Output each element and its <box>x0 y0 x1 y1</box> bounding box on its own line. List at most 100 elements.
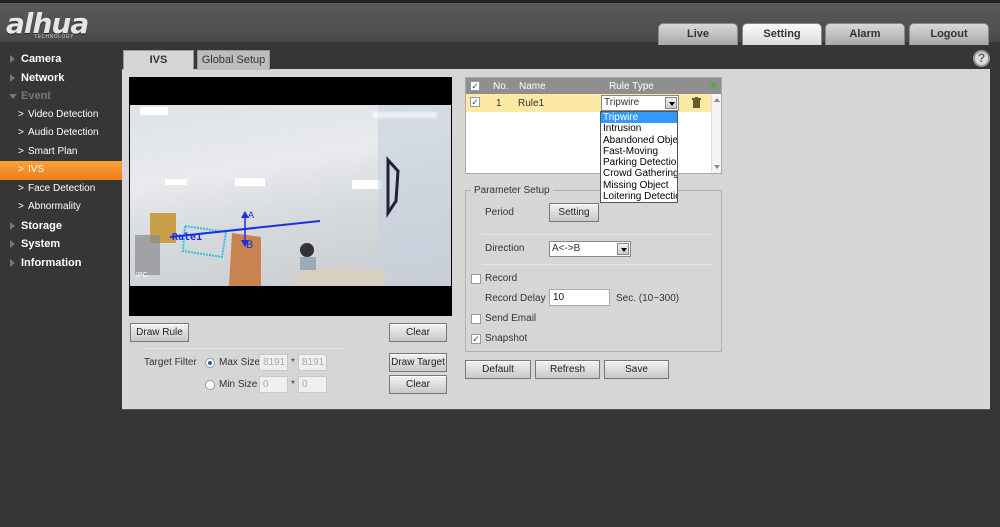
max-width-input[interactable]: 8191 <box>259 354 288 371</box>
video-preview[interactable]: Rule1 A B IPC <box>129 77 452 316</box>
triangle-right-icon <box>10 73 15 82</box>
rules-table-header: ✓ No. Name Rule Type + <box>466 77 721 94</box>
header-name: Name <box>519 81 546 92</box>
rule-name: Rule1 <box>518 98 545 109</box>
clear-target-button[interactable]: Clear <box>389 375 447 394</box>
sidebar-item-network[interactable]: Network <box>0 69 122 88</box>
sidebar-item-abnormality[interactable]: > Abnormality <box>0 198 122 217</box>
tab-setting[interactable]: Setting <box>742 23 822 45</box>
send-email-label: Send Email <box>485 313 537 324</box>
scroll-up-icon[interactable] <box>714 98 720 102</box>
ceiling-light <box>235 178 265 186</box>
period-label: Period <box>485 207 514 218</box>
rule-type-select[interactable]: Tripwire <box>601 95 679 111</box>
record-delay-hint: Sec. (10~300) <box>616 293 680 304</box>
period-setting-button[interactable]: Setting <box>549 203 599 222</box>
sidebar-item-label: Storage <box>21 219 62 232</box>
counter <box>295 270 385 286</box>
rule-label: Rule1 <box>172 232 203 243</box>
ceiling-light <box>140 107 168 115</box>
header-no: No. <box>493 81 509 92</box>
subtab-ivs[interactable]: IVS <box>123 50 194 70</box>
parameter-setup-legend: Parameter Setup <box>471 185 553 196</box>
sidebar-item-storage[interactable]: Storage <box>0 217 122 236</box>
logo-subtitle: TECHNOLOGY <box>34 34 75 40</box>
dropdown-arrow-icon[interactable] <box>665 97 677 109</box>
dropdown-arrow-icon[interactable] <box>617 243 629 255</box>
option-missing-object[interactable]: Missing Object <box>601 180 677 191</box>
table-row[interactable]: ✓ 1 Rule1 Tripwire <box>466 94 712 112</box>
refresh-button[interactable]: Refresh <box>535 360 600 379</box>
sidebar-item-audio-detection[interactable]: > Audio Detection <box>0 124 122 143</box>
help-icon[interactable]: ? <box>973 50 990 67</box>
subtab-global-setup[interactable]: Global Setup <box>197 50 270 70</box>
min-width-input[interactable]: 0 <box>259 376 288 393</box>
option-parking-detection[interactable]: Parking Detection <box>601 157 677 168</box>
default-button[interactable]: Default <box>465 360 531 379</box>
point-a-label: A <box>248 210 255 220</box>
sidebar-item-camera[interactable]: Camera <box>0 50 122 69</box>
sidebar-item-label: System <box>21 238 61 250</box>
option-abandoned-object[interactable]: Abandoned Object <box>601 135 677 146</box>
rule-type-dropdown-list: Tripwire Intrusion Abandoned Object Fast… <box>600 111 678 203</box>
sidebar-item-system[interactable]: System <box>0 235 122 254</box>
trash-icon[interactable] <box>692 97 701 108</box>
sidebar-item-event[interactable]: Event <box>0 87 122 106</box>
triangle-right-icon <box>10 258 15 267</box>
channel-label: IPC <box>136 272 148 279</box>
draw-rule-button[interactable]: Draw Rule <box>130 323 189 342</box>
scene-drawing <box>135 105 451 286</box>
select-all-checkbox[interactable]: ✓ <box>470 81 480 91</box>
option-tripwire[interactable]: Tripwire <box>601 112 677 124</box>
sidebar-item-label: IVS <box>28 164 45 175</box>
sidebar-item-label: Camera <box>21 53 62 65</box>
triangle-right-icon <box>10 55 15 63</box>
sidebar-item-video-detection[interactable]: > Video Detection <box>0 106 122 125</box>
point-b-label: B <box>246 239 254 251</box>
header-bar: alhua TECHNOLOGY Live Setting Alarm Logo… <box>0 0 1000 45</box>
rules-scrollbar[interactable] <box>711 94 721 173</box>
clear-rule-button[interactable]: Clear <box>389 323 447 342</box>
chevron-right-icon: > <box>18 145 24 157</box>
sidebar-item-label: Network <box>21 71 65 84</box>
sidebar: Camera Network Event > Video Detection > A… <box>0 42 122 272</box>
chevron-right-icon: > <box>18 164 24 175</box>
max-size-radio[interactable] <box>205 358 215 368</box>
sidebar-item-label: Information <box>21 256 82 269</box>
min-size-label: Min Size <box>219 379 258 390</box>
add-rule-icon[interactable]: + <box>709 77 718 94</box>
record-checkbox[interactable] <box>471 274 481 284</box>
save-button[interactable]: Save <box>604 360 669 379</box>
record-delay-input[interactable]: 10 <box>549 289 610 306</box>
triangle-right-icon <box>10 240 15 248</box>
max-height-input[interactable]: 8191 <box>298 354 327 371</box>
sidebar-item-label: Audio Detection <box>28 127 99 138</box>
option-loitering-detection[interactable]: Loitering Detection <box>601 191 677 202</box>
direction-select[interactable]: A<->B <box>549 241 631 257</box>
times-sign: * <box>291 379 295 390</box>
rule-type-value: Tripwire <box>604 97 640 108</box>
rule-checkbox[interactable]: ✓ <box>470 97 480 107</box>
tab-alarm[interactable]: Alarm <box>825 23 905 45</box>
scroll-down-icon[interactable] <box>714 165 720 169</box>
option-fast-moving[interactable]: Fast-Moving <box>601 146 677 157</box>
tab-logout[interactable]: Logout <box>909 23 989 45</box>
option-intrusion[interactable]: Intrusion <box>601 123 677 134</box>
chevron-right-icon: > <box>18 182 24 194</box>
snapshot-checkbox[interactable]: ✓ <box>471 334 481 344</box>
sidebar-item-smart-plan[interactable]: > Smart Plan <box>0 143 122 162</box>
draw-target-button[interactable]: Draw Target <box>389 353 447 372</box>
tab-live[interactable]: Live <box>658 23 738 45</box>
send-email-checkbox[interactable] <box>471 314 481 324</box>
sidebar-item-ivs[interactable]: > IVS <box>0 161 122 180</box>
min-height-input[interactable]: 0 <box>298 376 327 393</box>
sidebar-item-information[interactable]: Information <box>0 254 122 273</box>
sidebar-item-label: Abnormality <box>28 201 81 212</box>
sidebar-item-face-detection[interactable]: > Face Detection <box>0 180 122 199</box>
option-crowd-gathering[interactable]: Crowd Gathering Estimation <box>601 168 677 179</box>
camera-image: Rule1 A B IPC <box>130 105 451 286</box>
times-sign: * <box>291 357 295 368</box>
min-size-radio[interactable] <box>205 380 215 390</box>
divider <box>145 348 345 349</box>
person-head <box>300 243 314 257</box>
